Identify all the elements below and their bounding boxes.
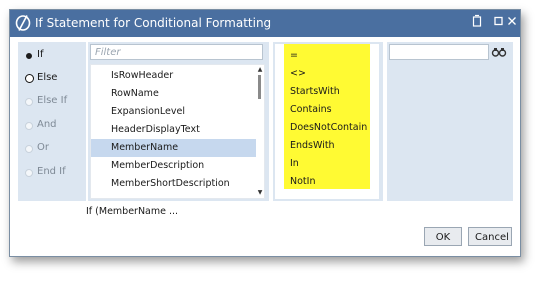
binoculars-icon[interactable] (491, 44, 507, 58)
title-bar: If Statement for Conditional Formatting (10, 10, 520, 37)
radio-indicator[interactable] (25, 98, 33, 106)
operator-item[interactable]: NotIn (290, 176, 315, 187)
scroll-thumb[interactable] (258, 75, 261, 99)
conditional-formatting-dialog: If Statement for Conditional Formatting … (9, 9, 521, 257)
radio-and[interactable]: And (23, 118, 85, 134)
operator-item[interactable]: DoesNotContain (290, 122, 367, 133)
radio-label: End If (37, 166, 66, 177)
radio-indicator[interactable] (25, 145, 33, 153)
ok-button[interactable]: OK (424, 227, 462, 246)
maximize-icon[interactable] (492, 14, 506, 32)
operator-item[interactable]: <> (290, 68, 306, 79)
member-item[interactable]: HeaderDisplayText (91, 121, 256, 139)
radio-label: Else If (37, 95, 68, 106)
member-list[interactable]: IsRowHeader RowName ExpansionLevel Heade… (90, 64, 265, 199)
restore-icon[interactable] (470, 14, 484, 32)
window-title: If Statement for Conditional Formatting (35, 16, 272, 30)
operator-panel: = <> StartsWith Contains DoesNotContain … (273, 42, 383, 201)
member-panel: IsRowHeader RowName ExpansionLevel Heade… (88, 42, 269, 201)
radio-label: Else (37, 72, 58, 83)
radio-label: Or (37, 142, 49, 153)
radio-indicator[interactable] (26, 53, 32, 59)
filter-input[interactable] (90, 44, 263, 60)
member-item[interactable]: RowName (91, 85, 256, 103)
scroll-up-icon[interactable]: ▲ (257, 67, 263, 73)
operator-item[interactable]: EndsWith (290, 140, 335, 151)
operator-item[interactable]: = (290, 50, 298, 61)
radio-if[interactable]: If (23, 48, 85, 64)
operator-item[interactable]: In (290, 158, 299, 169)
value-panel (387, 42, 513, 201)
app-logo-icon (14, 14, 32, 32)
member-item-selected[interactable]: MemberName (91, 139, 256, 157)
radio-label: If (37, 49, 44, 60)
radio-else[interactable]: Else (23, 71, 85, 87)
member-list-scrollbar[interactable]: ▲ ▼ (256, 65, 264, 198)
radio-label: And (37, 119, 57, 130)
value-input[interactable] (389, 44, 489, 60)
member-item[interactable]: MemberShortDescription (91, 175, 256, 193)
radio-indicator[interactable] (25, 122, 33, 130)
radio-indicator[interactable] (25, 169, 33, 177)
radio-end-if[interactable]: End If (23, 165, 85, 181)
operator-item[interactable]: StartsWith (290, 86, 340, 97)
scroll-down-icon[interactable]: ▼ (257, 190, 263, 196)
close-icon[interactable] (505, 14, 519, 32)
cancel-button[interactable]: Cancel (468, 227, 512, 246)
member-item[interactable]: ExpansionLevel (91, 103, 256, 121)
operator-list[interactable]: = <> StartsWith Contains DoesNotContain … (275, 44, 379, 199)
expression-preview: If (MemberName ... (86, 206, 179, 217)
operator-item[interactable]: Contains (290, 104, 332, 115)
member-item[interactable]: IsRowHeader (91, 67, 256, 85)
radio-or[interactable]: Or (23, 141, 85, 157)
condition-type-panel: If Else Else If And Or End If (18, 42, 86, 201)
radio-else-if[interactable]: Else If (23, 94, 85, 110)
radio-indicator[interactable] (25, 74, 34, 83)
member-item[interactable]: MemberDescription (91, 157, 256, 175)
